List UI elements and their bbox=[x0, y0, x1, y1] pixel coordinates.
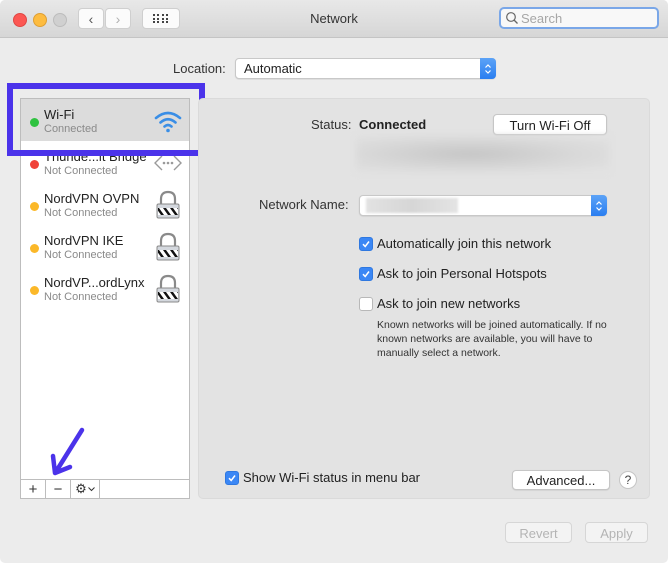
status-dot bbox=[30, 286, 39, 295]
chevron-down-icon bbox=[87, 486, 95, 491]
service-name: Thunde...lt Bridge bbox=[44, 149, 147, 164]
service-name: NordVPN IKE bbox=[44, 233, 124, 248]
service-name: NordVPN OVPN bbox=[44, 191, 140, 206]
service-item-wifi[interactable]: Wi-Fi Connected bbox=[21, 99, 189, 141]
search-input[interactable] bbox=[519, 10, 651, 26]
add-service-button[interactable]: + bbox=[21, 480, 46, 498]
new-networks-checkbox-row[interactable]: Ask to join new networks bbox=[359, 296, 520, 311]
location-value: Automatic bbox=[244, 61, 302, 76]
service-status: Connected bbox=[44, 123, 98, 135]
search-icon bbox=[506, 12, 518, 24]
location-select[interactable]: Automatic bbox=[235, 58, 496, 79]
network-name-select[interactable] bbox=[359, 195, 607, 216]
auto-join-label: Automatically join this network bbox=[377, 236, 552, 251]
vpn-lock-icon bbox=[156, 232, 180, 261]
show-status-label: Show Wi-Fi status in menu bar bbox=[243, 470, 421, 485]
service-list-toolbar: + − ⚙ bbox=[20, 479, 190, 499]
service-item-nordvpn-ike[interactable]: NordVPN IKE Not Connected bbox=[21, 225, 189, 267]
arrow-annotation-icon bbox=[50, 427, 85, 476]
action-menu-button[interactable]: ⚙ bbox=[71, 480, 100, 498]
select-stepper-icon bbox=[591, 195, 607, 216]
status-label: Status: bbox=[311, 117, 352, 132]
network-preferences-window: ‹ › Network Location: Automatic bbox=[0, 0, 668, 563]
personal-hotspots-checkbox-row[interactable]: Ask to join Personal Hotspots bbox=[359, 266, 547, 281]
question-mark-icon: ? bbox=[624, 473, 632, 487]
vpn-lock-icon bbox=[156, 274, 180, 303]
status-dot bbox=[30, 118, 39, 127]
ethernet-icon bbox=[154, 155, 182, 171]
show-status-checkbox-row[interactable]: Show Wi-Fi status in menu bar bbox=[225, 470, 420, 485]
status-dot bbox=[30, 244, 39, 253]
gear-icon: ⚙ bbox=[75, 481, 87, 496]
auto-join-checkbox[interactable] bbox=[359, 236, 373, 251]
minus-icon: − bbox=[53, 480, 63, 498]
service-status: Not Connected bbox=[44, 249, 118, 261]
personal-hotspots-label: Ask to join Personal Hotspots bbox=[377, 266, 547, 281]
redacted-network-name bbox=[366, 198, 458, 213]
location-label: Location: bbox=[173, 61, 226, 76]
new-networks-note: Known networks will be joined automatica… bbox=[377, 319, 607, 359]
checkmark-icon bbox=[362, 240, 370, 248]
service-list: Wi-Fi Connected Thunde...lt Bridge Not C… bbox=[20, 98, 190, 480]
new-networks-label: Ask to join new networks bbox=[377, 296, 521, 311]
status-dot bbox=[30, 160, 39, 169]
new-networks-checkbox[interactable] bbox=[359, 296, 373, 311]
revert-button[interactable]: Revert bbox=[505, 522, 572, 543]
service-item-thunderbolt-bridge[interactable]: Thunde...lt Bridge Not Connected bbox=[21, 141, 189, 183]
service-item-nordvpn-ovpn[interactable]: NordVPN OVPN Not Connected bbox=[21, 183, 189, 225]
select-stepper-icon bbox=[480, 58, 496, 79]
auto-join-checkbox-row[interactable]: Automatically join this network bbox=[359, 236, 551, 251]
remove-service-button[interactable]: − bbox=[46, 480, 71, 498]
status-dot bbox=[30, 202, 39, 211]
checkmark-icon bbox=[228, 474, 236, 482]
network-name-label: Network Name: bbox=[259, 197, 349, 212]
apply-button[interactable]: Apply bbox=[585, 522, 648, 543]
service-name: Wi-Fi bbox=[44, 107, 75, 122]
status-value: Connected bbox=[359, 117, 427, 132]
vpn-lock-icon bbox=[156, 190, 180, 219]
service-status: Not Connected bbox=[44, 291, 118, 303]
show-status-checkbox[interactable] bbox=[225, 470, 239, 485]
wifi-icon bbox=[154, 111, 182, 133]
service-status: Not Connected bbox=[44, 165, 118, 177]
title-bar: ‹ › Network bbox=[0, 0, 668, 38]
help-button[interactable]: ? bbox=[619, 471, 637, 489]
search-field[interactable] bbox=[499, 7, 659, 29]
plus-icon: + bbox=[28, 480, 38, 498]
personal-hotspots-checkbox[interactable] bbox=[359, 266, 373, 281]
turn-wifi-off-button[interactable]: Turn Wi-Fi Off bbox=[493, 114, 607, 135]
advanced-button[interactable]: Advanced... bbox=[512, 470, 610, 490]
service-name: NordVP...ordLynx bbox=[44, 275, 145, 290]
service-status: Not Connected bbox=[44, 207, 118, 219]
service-item-nordvpn-nordlynx[interactable]: NordVP...ordLynx Not Connected bbox=[21, 267, 189, 309]
redacted-ip-info bbox=[356, 135, 610, 173]
checkmark-icon bbox=[362, 270, 370, 278]
